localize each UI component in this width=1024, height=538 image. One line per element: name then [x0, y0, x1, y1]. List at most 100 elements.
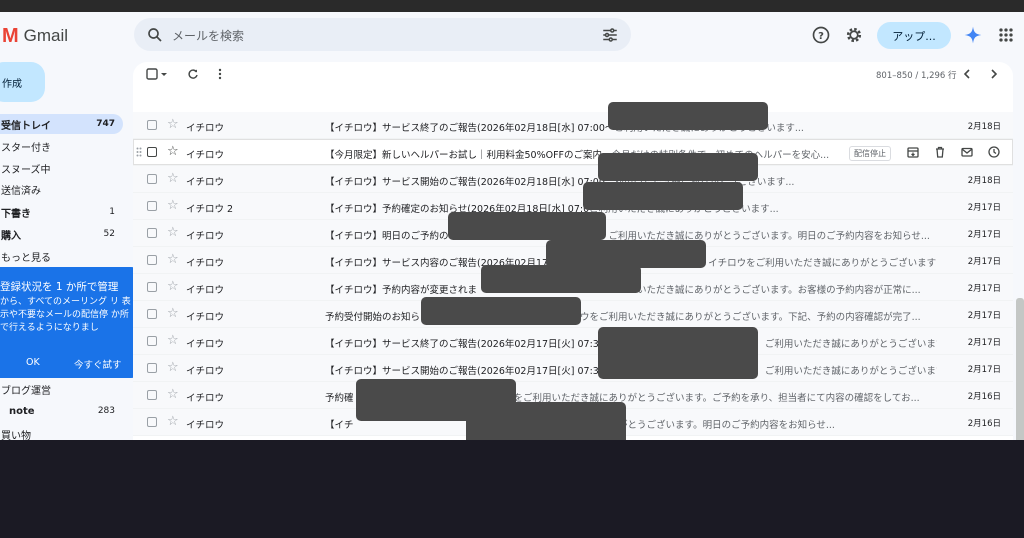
app-name: Gmail — [23, 26, 69, 45]
redaction-block — [466, 402, 626, 440]
sidebar-item-label: 送信済み — [1, 185, 41, 197]
row-checkbox[interactable] — [147, 309, 157, 319]
select-all-checkbox-icon[interactable] — [146, 68, 158, 80]
email-row-hovered[interactable]: ☆ イチロウ 【今月限定】新しいヘルパーお試し｜利用料金50%OFFのご案内 -… — [133, 139, 1013, 166]
row-checkbox[interactable] — [147, 336, 157, 346]
sidebar-item-starred[interactable]: スター付き — [0, 136, 123, 156]
redaction-block — [448, 212, 606, 240]
sidebar-item-inbox[interactable]: 受信トレイ 747 — [0, 114, 123, 134]
chevron-down-icon[interactable] — [160, 68, 168, 80]
email-date: 2月18日 — [967, 122, 1001, 132]
email-snippet: いただき誠にありがとうございます。お客様の予約内容が正常に... — [637, 285, 921, 296]
popup-try-now-button[interactable]: 今すぐ試す — [74, 357, 122, 371]
svg-text:?: ? — [818, 31, 824, 42]
email-date: 2月17日 — [967, 338, 1001, 348]
redaction-block — [546, 240, 706, 268]
email-row[interactable]: ☆ イチロウ 【イチロウ】サービス終了のご報告(2026年02月17日[火] 0… — [133, 328, 1013, 355]
snooze-clock-icon[interactable] — [987, 145, 1001, 159]
star-icon[interactable]: ☆ — [167, 333, 179, 348]
archive-icon[interactable] — [906, 145, 920, 159]
sidebar-label-blog[interactable]: ブログ運営 — [0, 379, 123, 399]
sidebar-item-label: 買い物 — [1, 430, 31, 441]
redaction-block — [608, 102, 768, 130]
email-snippet: ご利用いただき誠にありがとうございます... — [764, 339, 937, 350]
row-checkbox[interactable] — [147, 390, 157, 400]
help-icon[interactable]: ? — [811, 25, 831, 45]
email-sender: イチロウ — [186, 420, 225, 431]
sidebar-item-sent[interactable]: 送信済み — [0, 179, 123, 199]
email-row[interactable]: ☆ イチロウ 【イチロウ】サービス開始のご報告(2026年02月18日[水] 0… — [133, 166, 1013, 193]
star-icon[interactable]: ☆ — [167, 171, 179, 186]
sidebar-item-label: ブログ運営 — [1, 385, 51, 397]
search-options-icon[interactable] — [601, 26, 619, 44]
refresh-icon[interactable] — [187, 68, 199, 80]
row-checkbox[interactable] — [147, 282, 157, 292]
star-icon[interactable]: ☆ — [167, 225, 179, 240]
star-icon[interactable]: ☆ — [167, 252, 179, 267]
scrollbar[interactable] — [1016, 298, 1024, 440]
email-date: 2月17日 — [967, 311, 1001, 321]
sidebar-item-more[interactable]: もっと見る — [0, 246, 123, 266]
row-checkbox[interactable] — [147, 174, 157, 184]
email-row[interactable]: ☆ イチロウ 【イチロウ】サービス終了のご報告(2026年02月18日[水] 0… — [133, 112, 1013, 139]
sidebar-item-purchases[interactable]: 購入 52 — [0, 224, 123, 244]
email-sender: イチロウ — [186, 258, 225, 269]
search-bar[interactable]: メールを検索 — [134, 18, 631, 51]
subscriptions-promo-popup: 登録状況を 1 か所で管理 から、すべてのメーリング リ 表示や不要なメールの配… — [0, 267, 139, 378]
gmail-logo[interactable]: M Gmail — [2, 23, 68, 49]
star-icon[interactable]: ☆ — [167, 144, 179, 159]
email-row[interactable]: ☆ イチロウ 【イチロウ】サービス開始のご報告(2026年02月17日[火] 0… — [133, 355, 1013, 382]
drag-handle-icon[interactable] — [136, 147, 142, 157]
sidebar-item-count: 52 — [103, 229, 115, 239]
email-subject: 【今月限定】新しいヘルパーお試し｜利用料金50%OFFのご案内 - 今月だけの特… — [325, 147, 845, 161]
email-date: 2月17日 — [967, 284, 1001, 294]
row-checkbox[interactable] — [147, 363, 157, 373]
email-snippet: ウをご利用いただき誠にありがとうございます。下記、予約の内容確認が完了... — [580, 312, 921, 323]
star-icon[interactable]: ☆ — [167, 387, 179, 402]
compose-button[interactable]: 作成 — [0, 62, 45, 102]
row-checkbox[interactable] — [147, 120, 157, 130]
redaction-block — [598, 327, 758, 379]
sidebar-item-drafts[interactable]: 下書き 1 — [0, 202, 123, 222]
star-icon[interactable]: ☆ — [167, 117, 179, 132]
star-icon[interactable]: ☆ — [167, 306, 179, 321]
redaction-block — [583, 182, 743, 210]
search-input[interactable]: メールを検索 — [172, 27, 244, 44]
chevron-right-icon[interactable] — [988, 68, 1000, 80]
email-date: 2月16日 — [967, 419, 1001, 429]
star-icon[interactable]: ☆ — [167, 198, 179, 213]
sidebar-item-label: 受信トレイ — [1, 120, 51, 132]
more-options-icon[interactable] — [214, 68, 226, 80]
sidebar-item-label: note — [9, 405, 35, 417]
unsubscribe-button[interactable]: 配信停止 — [849, 146, 891, 161]
email-date: 2月17日 — [967, 230, 1001, 240]
sidebar-label-shopping[interactable]: 買い物 — [0, 424, 123, 441]
star-icon[interactable]: ☆ — [167, 414, 179, 429]
row-checkbox[interactable] — [147, 147, 157, 157]
apps-grid-icon[interactable] — [996, 25, 1016, 45]
search-icon[interactable] — [146, 26, 164, 44]
sidebar-item-label: もっと見る — [1, 252, 51, 264]
mark-unread-icon[interactable] — [960, 145, 974, 159]
settings-gear-icon[interactable] — [844, 25, 864, 45]
popup-ok-button[interactable]: OK — [26, 357, 40, 368]
sidebar-label-note[interactable]: note 283 — [0, 401, 123, 421]
upgrade-button[interactable]: アップ... — [877, 22, 951, 49]
row-checkbox[interactable] — [147, 201, 157, 211]
delete-icon[interactable] — [933, 145, 947, 159]
email-sender: イチロウ — [186, 339, 225, 350]
email-sender: イチロウ — [186, 312, 225, 323]
gemini-sparkle-icon[interactable] — [963, 25, 983, 45]
chevron-left-icon[interactable] — [961, 68, 973, 80]
pagination-range: 801–850 / 1,296 行 — [876, 71, 957, 81]
browser-top-strip — [0, 0, 1024, 12]
sidebar-item-snoozed[interactable]: スヌーズ中 — [0, 158, 123, 178]
email-sender: イチロウ — [186, 366, 225, 377]
star-icon[interactable]: ☆ — [167, 360, 179, 375]
row-checkbox[interactable] — [147, 228, 157, 238]
row-checkbox[interactable] — [147, 417, 157, 427]
row-checkbox[interactable] — [147, 255, 157, 265]
star-icon[interactable]: ☆ — [167, 279, 179, 294]
popup-body: から、すべてのメーリング リ 表示や不要なメールの配信停 か所で行えるようになり… — [0, 297, 131, 333]
email-date: 2月17日 — [967, 365, 1001, 375]
